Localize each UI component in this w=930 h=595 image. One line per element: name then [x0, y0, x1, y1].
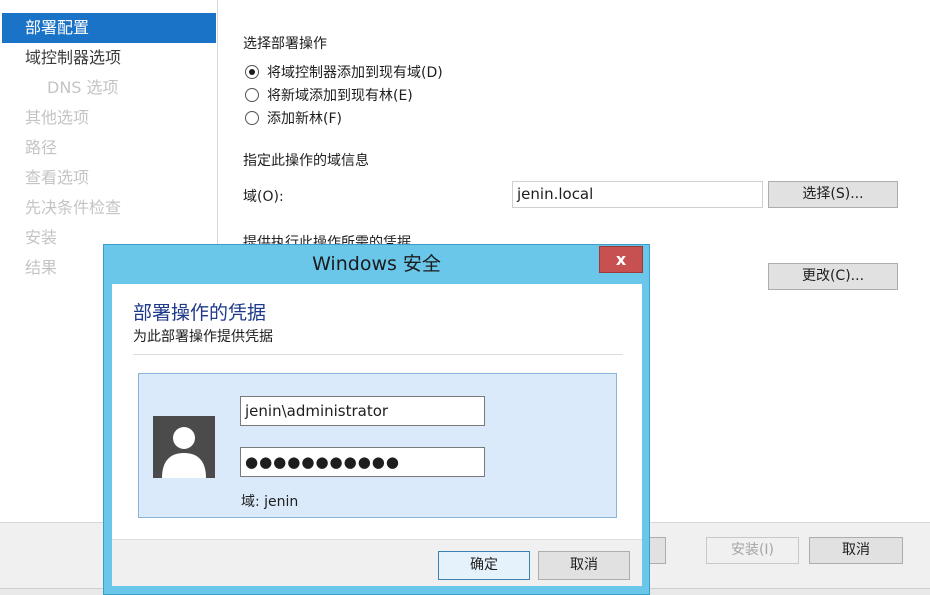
option-add-dc[interactable]: 将域控制器添加到现有域(D) — [245, 62, 443, 82]
select-button[interactable]: 选择(S)... — [768, 181, 898, 208]
option-label: 将域控制器添加到现有域(D) — [267, 65, 443, 81]
dialog-title: Windows 安全 — [312, 253, 441, 275]
close-button[interactable]: x — [599, 246, 643, 273]
option-add-forest[interactable]: 添加新林(F) — [245, 108, 342, 128]
domain-info-heading: 指定此操作的域信息 — [243, 153, 369, 169]
username-field[interactable]: jenin\administrator — [240, 396, 485, 426]
wizard-cancel-button[interactable]: 取消 — [809, 537, 903, 564]
option-label: 添加新林(F) — [267, 111, 342, 127]
divider — [133, 354, 623, 355]
nav-prerequisites-check: 先决条件检查 — [25, 198, 122, 217]
option-label: 将新域添加到现有林(E) — [267, 88, 413, 104]
dialog-heading: 部署操作的凭据 — [133, 302, 267, 324]
dialog-footer: 确定 取消 — [112, 539, 642, 586]
nav-deployment-config[interactable]: 部署配置 — [2, 13, 216, 43]
nav-additional-options: 其他选项 — [25, 108, 90, 127]
nav-paths: 路径 — [25, 138, 58, 157]
nav-review-options: 查看选项 — [25, 168, 90, 187]
deploy-op-heading: 选择部署操作 — [243, 36, 327, 52]
radio-button[interactable] — [245, 65, 259, 79]
dialog-cancel-button[interactable]: 取消 — [538, 551, 630, 580]
user-avatar-icon — [153, 416, 215, 478]
domain-field[interactable]: jenin.local — [512, 181, 763, 208]
install-button: 安装(I) — [706, 537, 799, 564]
windows-security-dialog: Windows 安全 x 部署操作的凭据 为此部署操作提供凭据 jenin\ad… — [103, 244, 650, 595]
change-button[interactable]: 更改(C)... — [768, 263, 898, 290]
nav-dc-options[interactable]: 域控制器选项 — [0, 43, 216, 73]
close-icon: x — [615, 250, 627, 269]
nav-dns-options: DNS 选项 — [47, 78, 119, 97]
dialog-body: 部署操作的凭据 为此部署操作提供凭据 jenin\administrator ●… — [112, 284, 642, 586]
password-field[interactable]: ●●●●●●●●●●● — [240, 447, 485, 477]
domain-text: 域: jenin — [241, 494, 299, 510]
radio-button[interactable] — [245, 111, 259, 125]
ok-button[interactable]: 确定 — [438, 551, 530, 580]
dialog-subheading: 为此部署操作提供凭据 — [133, 329, 273, 345]
radio-button[interactable] — [245, 88, 259, 102]
option-add-domain[interactable]: 将新域添加到现有林(E) — [245, 85, 413, 105]
domain-label: 域(O): — [243, 189, 284, 205]
credential-tile: jenin\administrator ●●●●●●●●●●● 域: jenin — [138, 373, 617, 518]
